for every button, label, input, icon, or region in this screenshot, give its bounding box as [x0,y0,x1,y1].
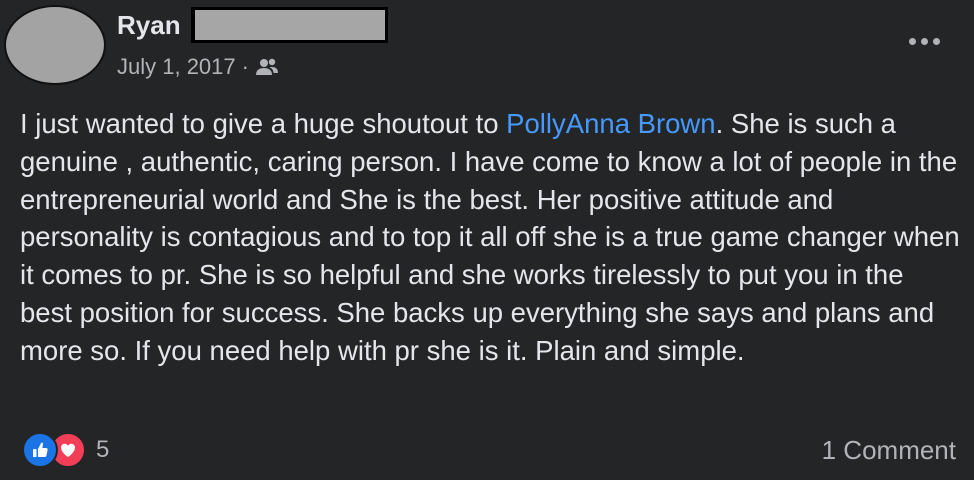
mention-link[interactable]: PollyAnna Brown [506,108,715,139]
post-header: Ryan July 1, 2017 · [117,6,388,80]
redacted-name-block [190,7,388,43]
post-meta: July 1, 2017 · [117,54,388,80]
post-footer: 5 1 Comment [22,430,956,470]
post-date[interactable]: July 1, 2017 [117,54,236,80]
post-text-start: I just wanted to give a huge shoutout to [20,108,507,139]
friends-icon[interactable] [255,57,279,77]
author-row: Ryan [117,6,388,44]
avatar[interactable] [4,5,106,85]
more-options-dot [933,38,940,45]
post-card: Ryan July 1, 2017 · I just wanted to giv… [0,0,974,480]
more-options-icon [909,38,916,45]
author-name[interactable]: Ryan [117,10,181,41]
post-body: I just wanted to give a huge shoutout to… [20,105,960,370]
more-options-button[interactable] [909,38,940,45]
more-options-dot [921,38,928,45]
post-text-rest: . She is such a genuine , authentic, car… [20,108,960,366]
meta-separator: · [241,54,249,79]
reaction-count: 5 [96,436,110,463]
comments-link[interactable]: 1 Comment [822,435,956,466]
reactions-summary[interactable]: 5 [22,432,109,468]
like-icon [22,432,58,468]
